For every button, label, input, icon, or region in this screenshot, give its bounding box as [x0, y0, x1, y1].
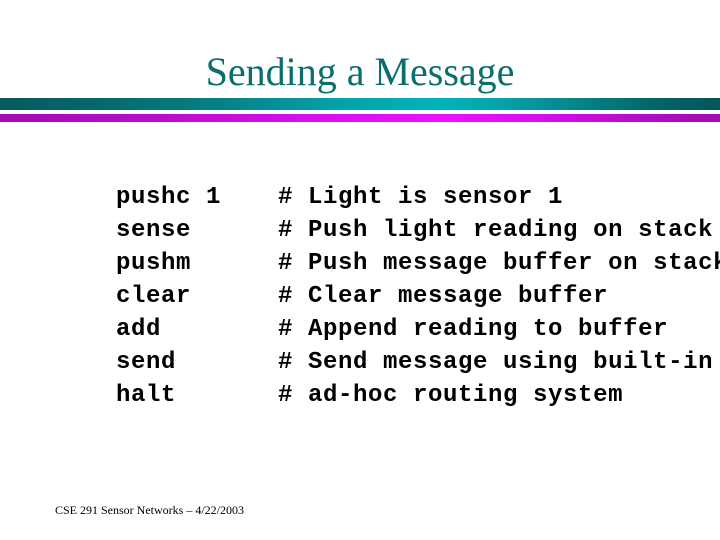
divider-bar-teal [0, 98, 720, 110]
code-instruction: add [116, 316, 162, 343]
page-title: Sending a Message [205, 49, 515, 94]
code-comment: # Push message buffer on stack [278, 250, 720, 277]
code-listing: pushc 1 # Light is sensor 1 sense # Push l… [26, 148, 720, 409]
code-instruction: send [116, 349, 177, 376]
code-instruction: clear [116, 283, 192, 310]
title-divider [0, 98, 720, 124]
code-instruction: pushc 1 [116, 184, 222, 211]
code-instruction: halt [116, 382, 177, 409]
code-instruction: pushm [116, 250, 192, 277]
code-comment: # Light is sensor 1 [278, 184, 564, 211]
divider-bar-magenta [0, 114, 720, 122]
code-comment: # Append reading to buffer [278, 316, 669, 343]
code-instruction: sense [116, 217, 192, 244]
code-line: pushc 1 # Light is sensor 1 [26, 148, 716, 211]
code-comment: # Clear message buffer [278, 283, 609, 310]
code-comment: # Push light reading on stack [278, 217, 714, 244]
slide-canvas: Sending a Message pushc 1 # Light is sens… [0, 0, 720, 540]
code-comment: # ad-hoc routing system [278, 382, 624, 409]
code-comment: # Send message using built-in [278, 349, 714, 376]
slide-footer: CSE 291 Sensor Networks – 4/22/2003 [55, 503, 244, 517]
